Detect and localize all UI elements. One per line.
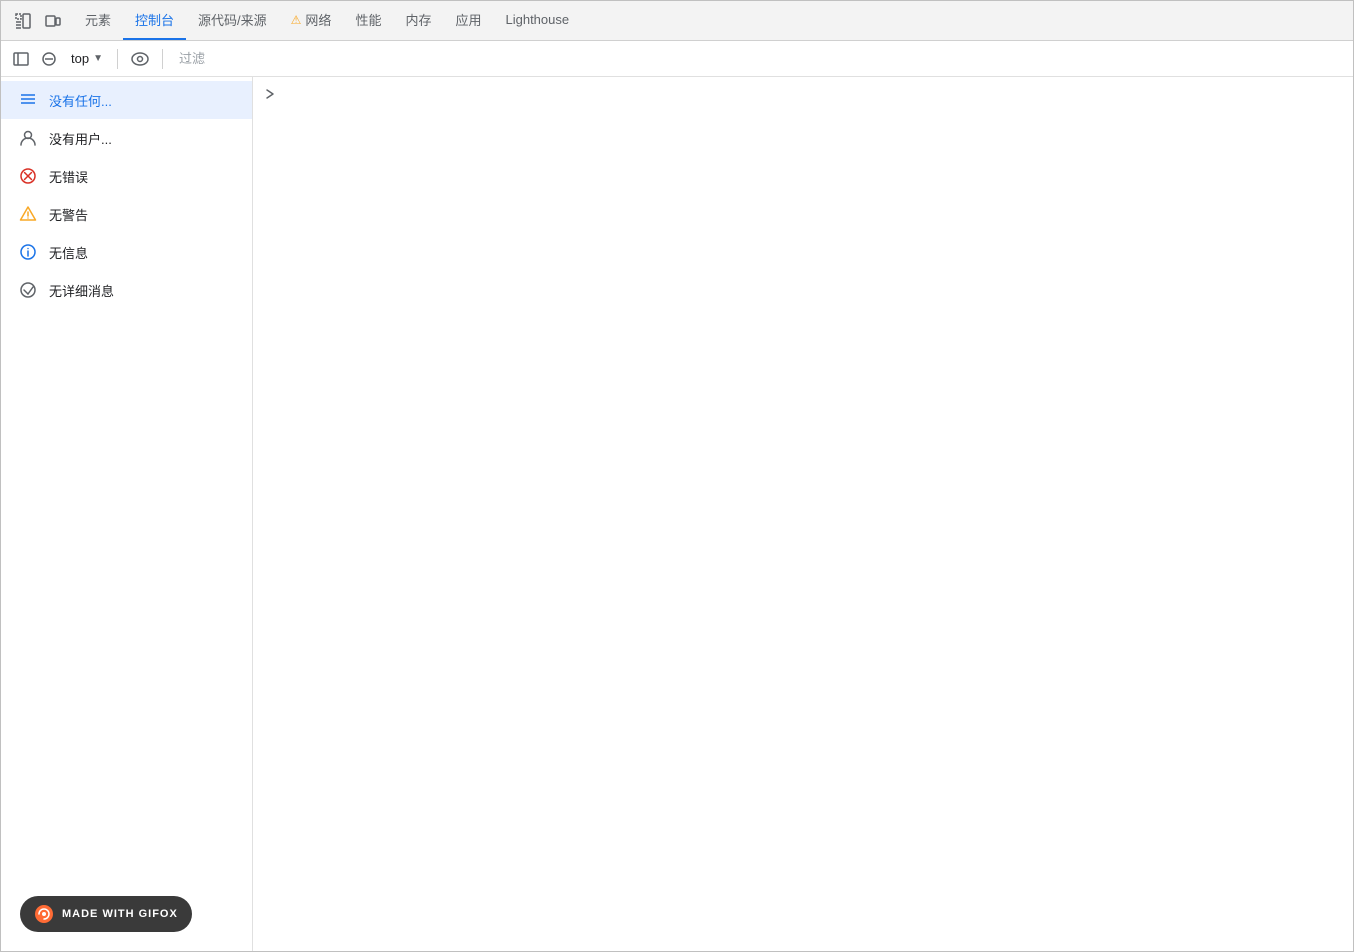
verbose-icon bbox=[17, 279, 39, 301]
warning-icon bbox=[17, 203, 39, 225]
top-toolbar: 元素 控制台 源代码/来源 ⚠ 网络 性能 内存 应用 Lighthouse bbox=[1, 1, 1353, 41]
filter-item-info[interactable]: 无信息 bbox=[1, 233, 252, 271]
filter-label-user: 没有用户... bbox=[49, 129, 112, 148]
clear-console-button[interactable] bbox=[37, 47, 61, 71]
console-output bbox=[253, 77, 1353, 951]
tab-console[interactable]: 控制台 bbox=[123, 1, 186, 40]
devtools-container: 元素 控制台 源代码/来源 ⚠ 网络 性能 内存 应用 Lighthouse bbox=[0, 0, 1354, 952]
filter-label-info: 无信息 bbox=[49, 243, 88, 262]
filter-item-warnings[interactable]: 无警告 bbox=[1, 195, 252, 233]
network-warning-icon: ⚠ bbox=[291, 13, 302, 27]
tab-application[interactable]: 应用 bbox=[443, 1, 493, 40]
list-icon bbox=[17, 89, 39, 111]
tab-lighthouse[interactable]: Lighthouse bbox=[493, 1, 581, 40]
user-icon bbox=[17, 127, 39, 149]
live-expressions-button[interactable] bbox=[126, 45, 154, 73]
main-content: 没有任何... 没有用户... bbox=[1, 77, 1353, 951]
gifox-watermark: MADE WITH GIFOX bbox=[20, 896, 192, 932]
gifox-logo-icon bbox=[34, 904, 54, 924]
filter-item-all[interactable]: 没有任何... bbox=[1, 81, 252, 119]
inspect-element-button[interactable] bbox=[9, 7, 37, 35]
filter-label-all: 没有任何... bbox=[49, 91, 112, 110]
tab-list: 元素 控制台 源代码/来源 ⚠ 网络 性能 内存 应用 Lighthouse bbox=[73, 1, 581, 40]
gifox-label: MADE WITH GIFOX bbox=[62, 908, 178, 920]
tab-performance[interactable]: 性能 bbox=[343, 1, 393, 40]
device-toolbar-button[interactable] bbox=[39, 7, 67, 35]
dropdown-arrow-icon: ▼ bbox=[93, 53, 103, 64]
context-dropdown-button[interactable]: top ▼ bbox=[65, 49, 109, 68]
toolbar-divider-2 bbox=[162, 49, 163, 69]
toolbar-divider bbox=[117, 49, 118, 69]
filter-item-user[interactable]: 没有用户... bbox=[1, 119, 252, 157]
filter-input[interactable] bbox=[171, 47, 1345, 71]
expand-button[interactable] bbox=[261, 85, 279, 103]
filter-item-verbose[interactable]: 无详细消息 bbox=[1, 271, 252, 309]
tab-elements[interactable]: 元素 bbox=[73, 1, 123, 40]
tab-sources[interactable]: 源代码/来源 bbox=[186, 1, 279, 40]
filter-label-errors: 无错误 bbox=[49, 167, 88, 186]
second-toolbar: top ▼ bbox=[1, 41, 1353, 77]
info-icon bbox=[17, 241, 39, 263]
filter-label-verbose: 无详细消息 bbox=[49, 281, 114, 300]
tab-network[interactable]: ⚠ 网络 bbox=[279, 1, 344, 40]
sidebar-toggle-button[interactable] bbox=[9, 47, 33, 71]
filter-item-errors[interactable]: 无错误 bbox=[1, 157, 252, 195]
filter-panel: 没有任何... 没有用户... bbox=[1, 77, 253, 951]
tab-memory[interactable]: 内存 bbox=[393, 1, 443, 40]
filter-label-warnings: 无警告 bbox=[49, 205, 88, 224]
error-icon bbox=[17, 165, 39, 187]
